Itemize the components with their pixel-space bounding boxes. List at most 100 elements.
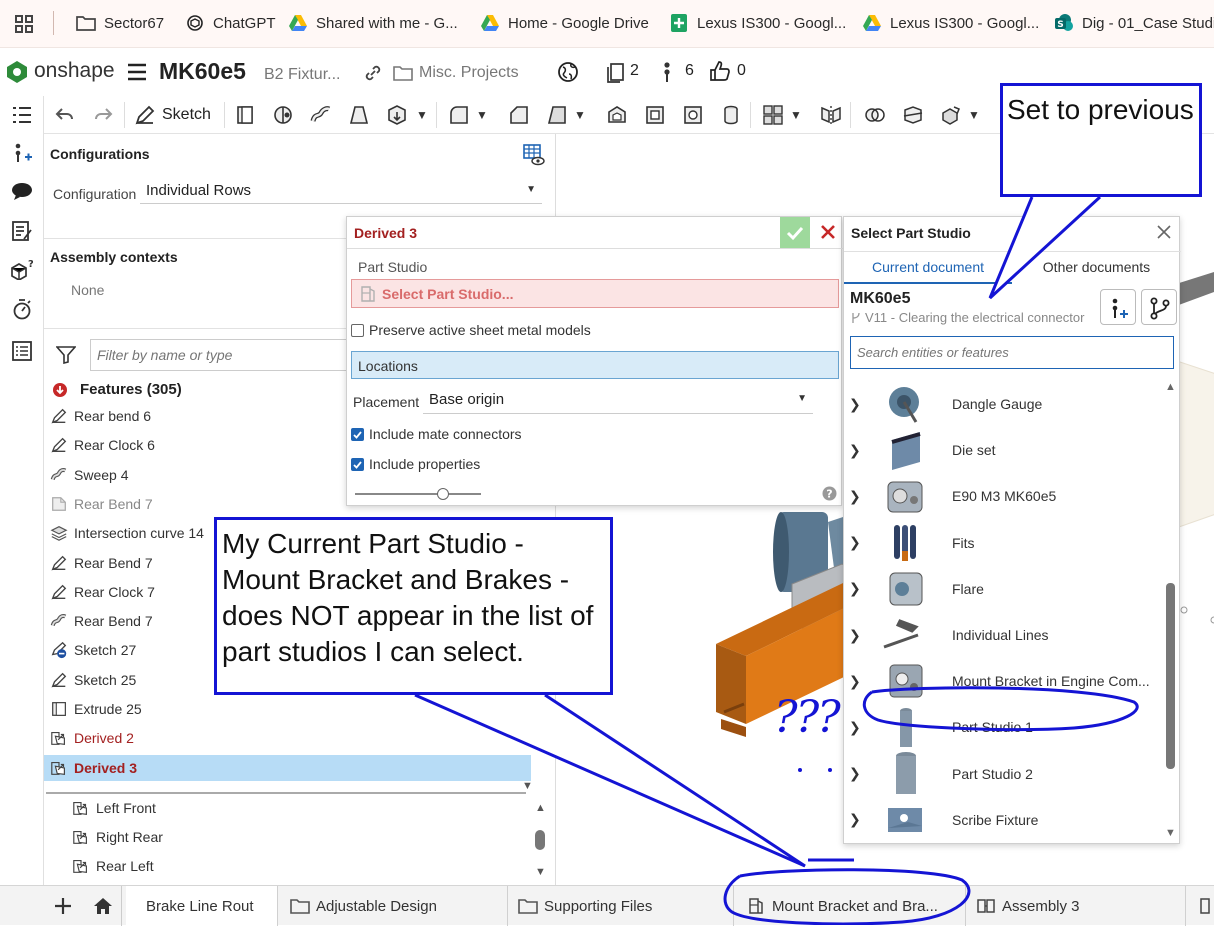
branches-icon[interactable]: [661, 61, 673, 83]
scroll-up-icon[interactable]: ▲: [1165, 381, 1176, 393]
globe-icon[interactable]: [557, 61, 579, 83]
link-icon[interactable]: [364, 64, 382, 82]
chevron-right-icon[interactable]: ❯: [849, 765, 861, 782]
linear-pattern-icon[interactable]: [762, 104, 784, 126]
tab-mount-bracket-and-brakes[interactable]: Mount Bracket and Bra...: [736, 886, 966, 926]
branch-button[interactable]: [1141, 289, 1177, 325]
chevron-right-icon[interactable]: ❯: [849, 442, 861, 459]
scroll-down-icon[interactable]: ▼: [1165, 827, 1176, 839]
chevron-down-icon[interactable]: ▼: [476, 108, 488, 122]
chevron-down-icon[interactable]: ▼: [574, 108, 586, 122]
chevron-right-icon[interactable]: ❯: [849, 811, 861, 828]
part-studio-list-item[interactable]: ❯ Scribe Fixture: [844, 797, 1164, 841]
filter-input[interactable]: [90, 339, 390, 371]
onshape-logo-icon[interactable]: [6, 60, 28, 84]
tab-current-document[interactable]: Current document: [844, 252, 1012, 284]
parts-properties-icon[interactable]: ?: [11, 258, 33, 280]
add-tab-icon[interactable]: [52, 895, 74, 917]
scroll-up-icon[interactable]: ▲: [535, 802, 546, 814]
extrude-icon[interactable]: [234, 104, 256, 126]
list-scrollbar[interactable]: [1166, 583, 1175, 769]
draft-icon[interactable]: [546, 104, 568, 126]
cancel-button[interactable]: [813, 217, 843, 248]
sketch-button[interactable]: Sketch: [134, 104, 211, 126]
chevron-right-icon[interactable]: ❯: [849, 627, 861, 644]
part-studio-list-item[interactable]: ❯ Mount Bracket in Engine Com...: [844, 658, 1164, 704]
undo-icon[interactable]: [54, 104, 76, 126]
accept-button[interactable]: [780, 217, 810, 248]
part-studio-icon[interactable]: [1198, 897, 1214, 915]
chevron-right-icon[interactable]: ❯: [849, 719, 861, 736]
chevron-right-icon[interactable]: ❯: [849, 534, 861, 551]
thumbs-up-icon[interactable]: [709, 60, 731, 82]
tab-other-documents[interactable]: Other documents: [1012, 252, 1181, 284]
part-studio-list-item[interactable]: ❯ Dangle Gauge: [844, 381, 1164, 427]
insert-mate-connector-button[interactable]: [1100, 289, 1136, 325]
part-studio-list-item[interactable]: ❯ Part Studio 1: [844, 704, 1164, 750]
timer-icon[interactable]: [11, 298, 33, 320]
revolve-icon[interactable]: [272, 104, 294, 126]
document-title[interactable]: MK60e5: [159, 58, 246, 85]
bookmark-shared-with-me[interactable]: Shared with me - G...: [288, 12, 458, 34]
part-item[interactable]: Left Front: [72, 795, 512, 821]
part-studio-list-item[interactable]: ❯ E90 M3 MK60e5: [844, 473, 1164, 519]
placement-select[interactable]: Base origin ▼: [423, 386, 813, 414]
bookmark-dig-case-studies[interactable]: S Dig - 01_Case Studi...: [1054, 12, 1214, 34]
transform-icon[interactable]: [940, 104, 962, 126]
scroll-down-icon[interactable]: ▼: [522, 780, 533, 792]
parts-scrollbar[interactable]: [535, 830, 545, 850]
versions-icon[interactable]: [604, 61, 626, 83]
hole-icon[interactable]: [644, 104, 666, 126]
notes-icon[interactable]: [11, 220, 33, 242]
feature-item[interactable]: Derived 2: [50, 725, 530, 751]
search-input[interactable]: [850, 336, 1174, 369]
chevron-down-icon[interactable]: ▼: [416, 108, 428, 122]
help-icon[interactable]: ?: [822, 486, 837, 501]
shell-icon[interactable]: [606, 104, 628, 126]
bookmark-sector67[interactable]: Sector67: [76, 12, 164, 34]
opacity-slider-track[interactable]: [355, 493, 481, 495]
mirror-icon[interactable]: [820, 104, 842, 126]
folder-link[interactable]: Misc. Projects: [419, 64, 519, 82]
feature-item[interactable]: Derived 3: [44, 754, 531, 781]
bookmark-lexus-drive[interactable]: Lexus IS300 - Googl...: [862, 12, 1039, 34]
feature-item[interactable]: Extrude 25: [50, 696, 530, 722]
thicken-icon[interactable]: [386, 104, 408, 126]
part-studio-list-item[interactable]: ❯ Fits: [844, 520, 1164, 566]
comments-icon[interactable]: [11, 180, 33, 202]
loft-icon[interactable]: [348, 104, 370, 126]
locations-selector[interactable]: Locations: [351, 351, 839, 379]
cylinder-icon[interactable]: [720, 104, 742, 126]
scroll-down-icon[interactable]: ▼: [535, 866, 546, 878]
part-item[interactable]: Right Rear: [72, 824, 512, 850]
bookmark-google-drive-home[interactable]: Home - Google Drive: [480, 12, 649, 34]
document-subtitle[interactable]: B2 Fixtur...: [264, 66, 340, 84]
include-properties-checkbox[interactable]: Include properties: [351, 456, 480, 472]
close-icon[interactable]: [1157, 225, 1171, 239]
chevron-right-icon[interactable]: ❯: [849, 488, 861, 505]
brand-name[interactable]: onshape: [34, 59, 115, 83]
features-header[interactable]: Features (305): [52, 381, 182, 398]
configuration-select[interactable]: Individual Rows ▼: [140, 176, 542, 204]
fillet-icon[interactable]: [448, 104, 470, 126]
part-item[interactable]: Rear Left: [72, 853, 512, 879]
apps-grid-icon[interactable]: [14, 14, 34, 34]
chevron-right-icon[interactable]: ❯: [849, 673, 861, 690]
home-tab[interactable]: [84, 886, 122, 926]
part-studio-selector[interactable]: Select Part Studio...: [351, 279, 839, 308]
part-studio-list-item[interactable]: ❯ Die set: [844, 427, 1164, 473]
tab-brake-line-routing[interactable]: Brake Line Rout: [126, 886, 278, 926]
part-studio-list-item[interactable]: ❯ Individual Lines: [844, 612, 1164, 658]
boolean-icon[interactable]: [864, 104, 886, 126]
part-studio-list-item[interactable]: ❯ Part Studio 2: [844, 751, 1164, 797]
revolve-cut-icon[interactable]: [682, 104, 704, 126]
split-icon[interactable]: [902, 104, 924, 126]
preserve-sheet-metal-checkbox[interactable]: Preserve active sheet metal models: [351, 322, 591, 338]
opacity-slider-handle[interactable]: [437, 488, 450, 500]
tab-supporting-files[interactable]: Supporting Files: [508, 886, 734, 926]
filter-icon[interactable]: [56, 346, 76, 364]
bill-of-materials-icon[interactable]: [11, 340, 33, 362]
chevron-right-icon[interactable]: ❯: [849, 580, 861, 597]
hamburger-menu-icon[interactable]: [127, 63, 147, 81]
chamfer-icon[interactable]: [508, 104, 530, 126]
